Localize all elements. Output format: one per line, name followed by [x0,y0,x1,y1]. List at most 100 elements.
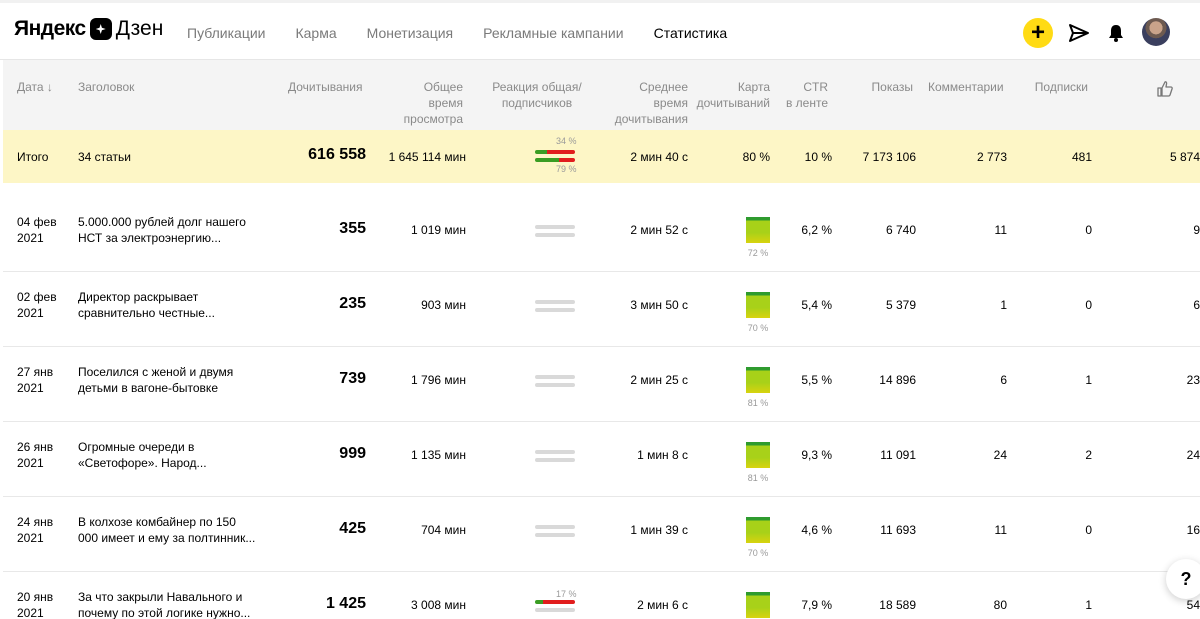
row-avg-time: 3 мин 50 с [630,298,688,312]
row-subs: 1 [1085,373,1092,387]
row-read-map[interactable] [746,442,770,468]
row-avg-time: 1 мин 8 с [637,448,688,462]
bell-icon[interactable] [1106,23,1126,43]
row-views: 5 379 [885,298,916,312]
table-row[interactable]: 24 янв 2021 В колхозе комбайнер по 150 0… [3,497,1200,572]
row-read-map[interactable] [746,367,770,393]
row-comments: 11 [994,223,1007,237]
row-title-line-2: детьми в вагоне-бытовке [78,381,218,395]
row-comments: 24 [993,448,1007,462]
col-total-time-header[interactable]: Общее время просмотра [388,79,463,127]
row-reaction-bar-total [535,300,575,304]
row-title-line-1: Поселился с женой и двумя [78,365,234,379]
row-comments: 6 [1000,373,1007,387]
row-date: 26 янв 2021 [17,439,72,471]
nav-item-ad-campaigns[interactable]: Рекламные кампании [483,25,623,41]
total-avg-time: 2 мин 40 с [630,150,688,164]
row-reaction-bar-subs [535,233,575,237]
row-read-map[interactable] [746,592,770,618]
row-map-pct: 72 % [747,248,769,258]
col-title-header[interactable]: Заголовок [78,79,134,95]
sort-down-arrow-icon: ↓ [46,80,53,94]
row-title-link[interactable]: Директор раскрывает сравнительно честные… [78,289,268,321]
row-title-link[interactable]: В колхозе комбайнер по 150 000 имеет и е… [78,514,268,546]
like-icon[interactable] [1156,80,1174,98]
create-button[interactable]: + [1023,18,1053,48]
col-reaction-header[interactable]: Реакция общая/ подписчиков [487,79,587,111]
row-read-map[interactable] [746,292,770,318]
row-map-pct: 70 % [747,323,769,333]
row-title-link[interactable]: 5.000.000 рублей долг нашего НСТ за элек… [78,214,268,246]
table-row[interactable]: 27 янв 2021 Поселился с женой и двумя де… [3,347,1200,422]
nav-item-publications[interactable]: Публикации [187,25,265,41]
table-row[interactable]: 20 янв 2021 За что закрыли Навального и … [3,572,1200,619]
col-reads-header[interactable]: Дочитывания [288,79,363,95]
row-reaction-bar-total [535,525,575,529]
row-date-year: 2021 [17,381,44,395]
row-ctr: 5,5 % [801,373,832,387]
col-map-label-2: дочитываний [696,96,770,110]
total-label: Итого [17,150,49,164]
row-reads: 999 [339,445,366,462]
row-title-link[interactable]: За что закрыли Навального и почему по эт… [78,589,268,619]
table-row[interactable]: 02 фев 2021 Директор раскрывает сравните… [3,272,1200,347]
row-total-time: 1 019 мин [411,223,466,237]
col-map-header[interactable]: Карта дочитываний [696,79,770,111]
row-subs: 0 [1085,523,1092,537]
row-views: 11 091 [880,448,916,462]
col-date-label: Дата [17,80,44,94]
row-title-link[interactable]: Поселился с женой и двумя детьми в вагон… [78,364,268,396]
nav-item-monetization[interactable]: Монетизация [367,25,454,41]
row-avg-time: 2 мин 6 с [637,598,688,612]
send-icon[interactable] [1068,23,1090,43]
row-title-line-1: Директор раскрывает [78,290,199,304]
row-date-year: 2021 [17,606,44,619]
row-date-year: 2021 [17,456,44,470]
row-date-day: 02 фев [17,290,57,304]
col-avg-time-label-2: дочитывания [614,112,688,126]
row-date-year: 2021 [17,231,44,245]
row-title-line-2: 000 имеет и ему за полтинник... [78,531,256,545]
row-title-line-1: 5.000.000 рублей долг нашего [78,215,246,229]
row-reaction-bar-subs [535,533,575,537]
help-button[interactable]: ? [1166,559,1200,599]
row-title-line-1: В колхозе комбайнер по 150 [78,515,236,529]
table-row[interactable]: 26 янв 2021 Огромные очереди в «Светофор… [3,422,1200,497]
col-date-header[interactable]: Дата ↓ [17,79,53,95]
row-read-map[interactable] [746,517,770,543]
col-total-time-label-1: Общее время [423,80,463,110]
nav-item-statistics[interactable]: Статистика [654,25,728,41]
row-reaction-bar-total [535,375,575,379]
row-map-pct: 81 % [747,473,769,483]
row-ctr: 9,3 % [801,448,832,462]
row-date-year: 2021 [17,306,44,320]
col-avg-time-label-1: Среднее время [639,80,688,110]
table-body: 04 фев 2021 5.000.000 рублей долг нашего… [3,197,1200,619]
row-reaction-bar-total [535,600,575,604]
row-date-day: 27 янв [17,365,54,379]
row-avg-time: 2 мин 25 с [630,373,688,387]
col-avg-time-header[interactable]: Среднее время дочитывания [603,79,688,127]
row-reaction-bars [535,225,575,241]
col-ctr-header[interactable]: CTR в ленте [783,79,828,111]
row-date-year: 2021 [17,531,44,545]
col-views-header[interactable]: Показы [863,79,913,95]
col-reaction-label-2: подписчиков [501,96,573,110]
yandex-zen-logo[interactable]: Яндекс Дзен [14,17,163,41]
row-subs: 0 [1085,223,1092,237]
avatar[interactable] [1142,18,1170,46]
col-ctr-label-2: в ленте [785,96,828,110]
row-date-day: 24 янв [17,515,54,529]
row-date-day: 04 фев [17,215,57,229]
row-read-map[interactable] [746,217,770,243]
row-title-link[interactable]: Огромные очереди в «Светофоре». Народ... [78,439,268,471]
nav-item-karma[interactable]: Карма [295,25,336,41]
col-subs-header[interactable]: Подписки [1023,79,1088,95]
table-row[interactable]: 04 фев 2021 5.000.000 рублей долг нашего… [3,197,1200,272]
col-map-label-1: Карта [737,80,770,94]
row-comments: 1 [1000,298,1007,312]
row-reaction-bar-subs [535,608,575,612]
col-comments-header[interactable]: Комментарии [928,79,1004,95]
row-date: 02 фев 2021 [17,289,72,321]
row-reaction-bar-subs [535,308,575,312]
